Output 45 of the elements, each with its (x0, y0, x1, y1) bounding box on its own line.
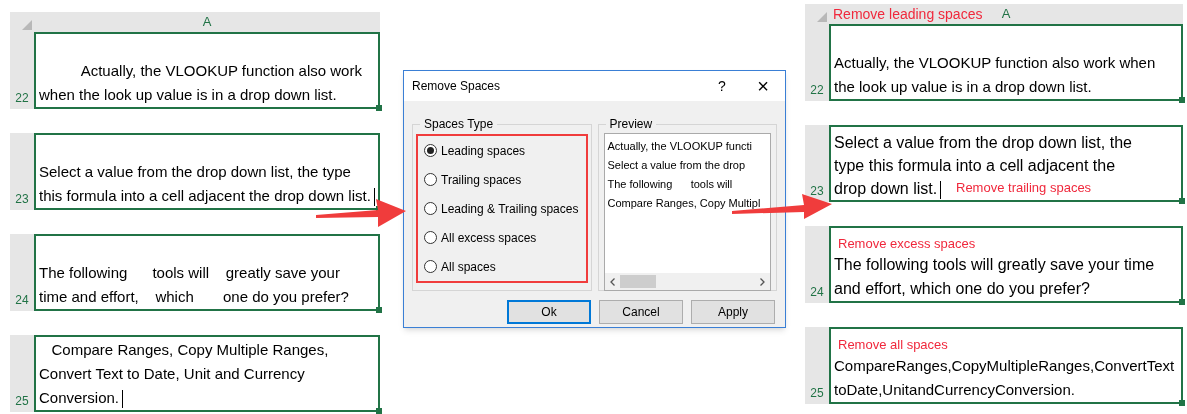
preview-text: Compare Ranges, Copy Multipl (607, 196, 762, 211)
annotation-label: Remove leading spaces (833, 5, 983, 23)
row-header[interactable]: 23 (805, 125, 829, 202)
dialog-button[interactable]: Cancel (599, 300, 683, 324)
row-header[interactable]: 22 (10, 32, 34, 109)
selected-cell[interactable]: Actually, the VLOOKUP function also work when the look up value is in a drop down list. (34, 32, 380, 109)
close-button[interactable]: × (751, 76, 775, 96)
cell-text: Actually, the VLOOKUP function also work when the look up value is in a drop down list. (39, 61, 363, 105)
radio-option[interactable]: Leading & Trailing spaces (424, 199, 580, 218)
radio-option[interactable]: All excess spaces (424, 228, 580, 247)
annotation-label: Remove all spaces (837, 336, 948, 354)
selected-cell[interactable]: Remove all spaces CompareRanges,CopyMultipleRanges,ConvertTexttoDate,UnitandCurrencyConversion. (829, 327, 1183, 404)
row-header[interactable]: 23 (10, 133, 34, 210)
selected-cell[interactable]: Actually, the VLOOKUP function also work when the look up value is in a drop down list. (829, 24, 1183, 101)
radio-option[interactable]: Leading spaces (424, 141, 580, 160)
preview-text: The following tools will (607, 177, 734, 192)
selected-cell[interactable]: Remove excess spaces The following tools will greatly save your time and effort, which one do you prefer? (829, 226, 1183, 303)
dialog-button[interactable]: Ok (507, 300, 591, 324)
selected-cell[interactable]: Select a value from the drop down list, the type this formula into a cell adjacent the drop down list. (34, 133, 380, 210)
dialog-button[interactable]: Apply (691, 300, 775, 324)
preview-text: Select a value from the drop (607, 158, 747, 173)
row-header[interactable]: 24 (805, 226, 829, 303)
preview-box[interactable]: Actually, the VLOOKUP functi Select a value from the drop The following tools will Compare Ranges, Copy Multipl (603, 133, 771, 291)
row-header[interactable]: 25 (10, 335, 34, 412)
group-label: Spaces Type (423, 116, 495, 133)
annotation-label: Remove excess spaces (837, 235, 976, 253)
window-title: Remove Spaces (412, 78, 502, 95)
annotation-label: Remove trailing spaces (956, 179, 1092, 197)
radio-option[interactable]: Trailing spaces (424, 170, 580, 189)
radio-option[interactable]: All spaces (424, 257, 580, 276)
row-header[interactable]: 24 (10, 234, 34, 311)
row-header[interactable]: 25 (805, 327, 829, 404)
help-button[interactable]: ? (707, 75, 737, 97)
group-label: Preview (608, 116, 654, 133)
preview-text: Actually, the VLOOKUP functi (607, 139, 753, 154)
cell-text: Select a value from the drop down list, the type this formula into a cell adjacent the drop down list. (39, 160, 375, 208)
cell-text: CompareRanges,CopyMultipleRanges,ConvertTexttoDate,UnitandCurrencyConversion. (834, 356, 1176, 400)
cell-text: The following tools will greatly save your time and effort, which one do you prefer? (834, 255, 1156, 299)
selected-cell[interactable]: Select a value from the drop down list, the type this formula into a cell adjacent the drop down list. Remove trailing spaces (829, 125, 1183, 202)
selected-cell[interactable]: The following tools will greatly save your time and effort, which one do you prefer? (34, 234, 380, 311)
cell-text: Actually, the VLOOKUP function also work when the look up value is in a drop down list. (834, 53, 1157, 97)
row-header[interactable]: 22 (805, 24, 829, 101)
cell-text: The following tools will greatly save your time and effort, which one do you prefer? (39, 263, 350, 307)
column-header[interactable]: A (1001, 4, 1011, 24)
column-header[interactable]: A (202, 12, 212, 32)
